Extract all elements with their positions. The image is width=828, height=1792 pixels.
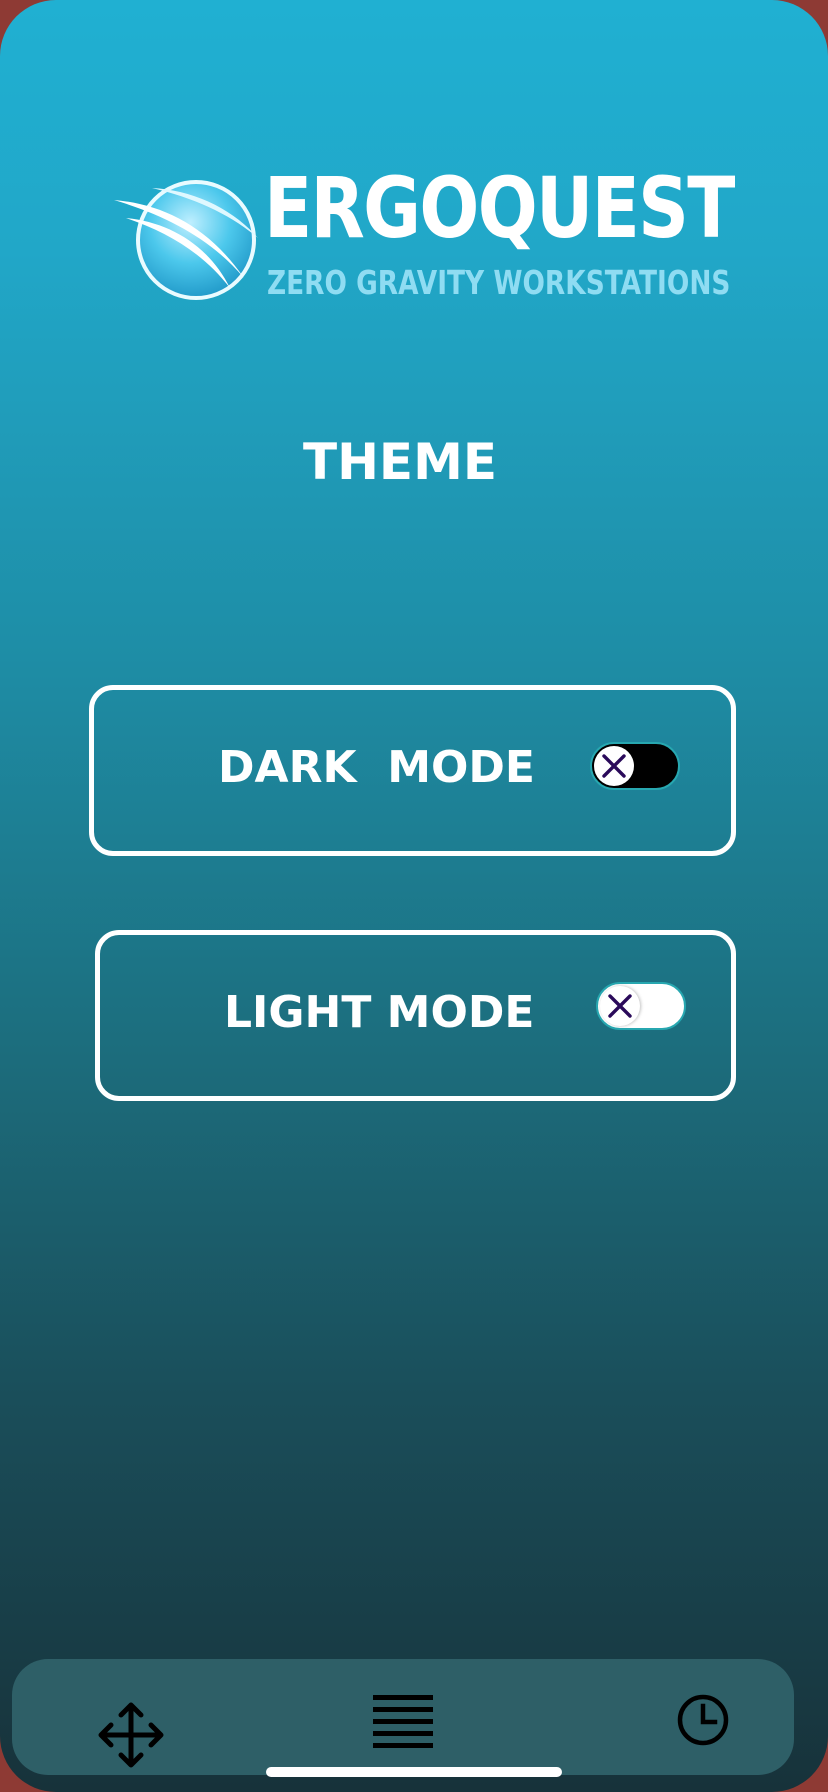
toggle-knob [594,746,634,786]
light-mode-option: LIGHT MODE [95,930,736,1101]
light-mode-toggle[interactable] [596,982,686,1030]
brand-tagline: ZERO GRAVITY WORKSTATIONS [267,263,731,302]
menu-lines-icon [373,1695,433,1748]
dark-mode-toggle[interactable] [590,742,680,790]
close-icon [608,994,632,1018]
toggle-knob [600,986,640,1026]
ergoquest-logo: ERGOQUEST ZERO GRAVITY WORKSTATIONS [112,166,735,312]
move-arrows-icon [98,1702,164,1768]
page-title: THEME [302,433,498,491]
app-screen: ERGOQUEST ZERO GRAVITY WORKSTATIONS THEM… [0,0,828,1792]
light-mode-label: LIGHT MODE [224,987,535,1038]
globe-swoosh-logo-icon [114,180,258,300]
dark-mode-option: DARK MODE [89,685,736,856]
tab-move[interactable] [96,1700,166,1770]
tab-history[interactable] [668,1685,738,1755]
close-icon [602,754,626,778]
tab-menu[interactable] [368,1690,438,1760]
clock-icon [677,1694,729,1746]
dark-mode-label: DARK MODE [218,742,535,793]
home-indicator[interactable] [266,1767,562,1777]
brand-name: ERGOQUEST [264,159,735,257]
bottom-tab-bar [12,1659,794,1775]
